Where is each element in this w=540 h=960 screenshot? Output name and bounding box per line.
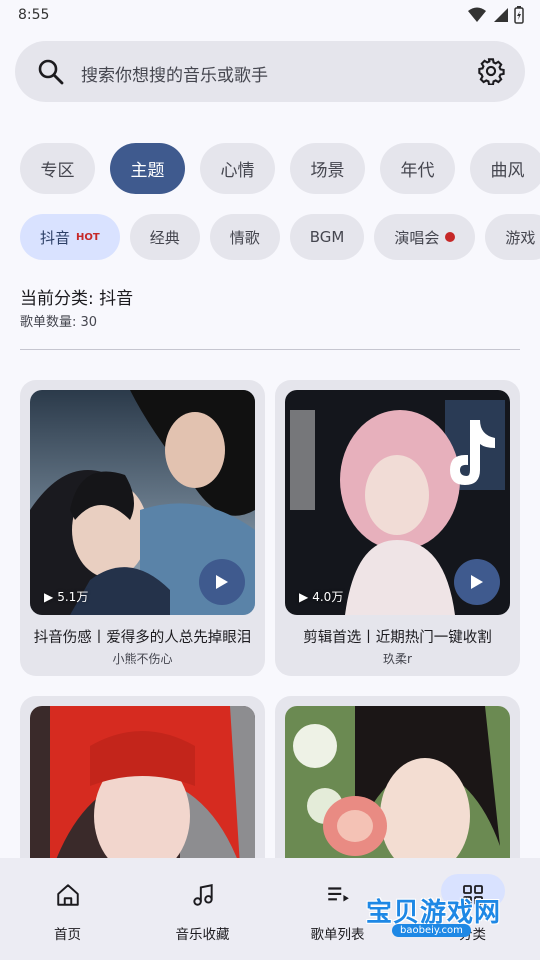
subtab-label: 游戏 bbox=[505, 228, 536, 247]
play-small-icon: ▶ bbox=[44, 589, 54, 604]
play-icon bbox=[471, 575, 483, 589]
status-time: 8:55 bbox=[18, 7, 50, 23]
subtab-concert[interactable]: 演唱会 bbox=[374, 214, 476, 260]
nav-label: 歌单列表 bbox=[310, 927, 365, 943]
tab-scene[interactable]: 场景 bbox=[290, 143, 365, 194]
playlist-title: 剪辑首选丨近期热门一键收割 bbox=[303, 630, 492, 646]
divider bbox=[20, 349, 520, 350]
play-button[interactable] bbox=[454, 559, 500, 605]
tab-era[interactable]: 年代 bbox=[380, 143, 455, 194]
category-icon bbox=[461, 881, 485, 909]
nav-label: 音乐收藏 bbox=[175, 927, 230, 943]
subcategory-tabs: 抖音 HOT 经典 情歌 BGM 演唱会 游戏 bbox=[20, 214, 540, 260]
subtab-bgm[interactable]: BGM bbox=[289, 214, 365, 260]
tab-mood[interactable]: 心情 bbox=[200, 143, 275, 194]
search-input[interactable]: 搜索你想搜的音乐或歌手 bbox=[81, 61, 268, 86]
subtab-label: 抖音 bbox=[40, 228, 71, 247]
subtab-label: 演唱会 bbox=[394, 228, 440, 247]
nav-home[interactable]: 首页 bbox=[0, 858, 135, 960]
tab-theme[interactable]: 主题 bbox=[110, 143, 185, 194]
nav-label: 分类 bbox=[459, 927, 486, 943]
subtab-classic[interactable]: 经典 bbox=[129, 214, 200, 260]
nav-playlists[interactable]: 歌单列表 bbox=[270, 858, 405, 960]
bottom-nav: 首页 音乐收藏 歌单列表 分类 bbox=[0, 858, 540, 960]
subtab-love-songs[interactable]: 情歌 bbox=[209, 214, 280, 260]
search-icon bbox=[38, 59, 64, 85]
playlist-title: 抖音伤感丨爱得多的人总先掉眼泪 bbox=[33, 630, 252, 646]
tab-zone[interactable]: 专区 bbox=[20, 143, 95, 194]
wifi-icon bbox=[468, 7, 486, 22]
playlist-cover: ▶ 5.1万 bbox=[30, 390, 255, 615]
home-icon bbox=[55, 881, 81, 909]
subtab-douyin[interactable]: 抖音 HOT bbox=[20, 214, 120, 260]
playlist-icon bbox=[325, 881, 351, 909]
tab-genre[interactable]: 曲风 bbox=[470, 143, 540, 194]
hot-badge: HOT bbox=[76, 231, 100, 243]
nav-label: 首页 bbox=[54, 927, 81, 943]
play-count: ▶ 5.1万 bbox=[44, 588, 88, 605]
playlist-card[interactable]: ▶ 5.1万 抖音伤感丨爱得多的人总先掉眼泪 小熊不伤心 bbox=[20, 380, 265, 676]
playlist-author: 玖柔r bbox=[383, 652, 412, 666]
subtab-label: 情歌 bbox=[229, 228, 260, 247]
music-note-icon bbox=[190, 881, 216, 909]
nav-category[interactable]: 分类 bbox=[405, 858, 540, 960]
subtab-game[interactable]: 游戏 bbox=[485, 214, 540, 260]
notification-dot bbox=[445, 232, 456, 242]
current-category: 当前分类: 抖音 bbox=[20, 289, 134, 309]
subtab-label: 经典 bbox=[149, 228, 180, 247]
subtab-label: BGM bbox=[309, 228, 345, 246]
playlist-count: 歌单数量: 30 bbox=[20, 315, 98, 330]
playlist-card[interactable]: ▶ 4.0万 剪辑首选丨近期热门一键收割 玖柔r bbox=[275, 380, 520, 676]
playlist-cover: ▶ 4.0万 bbox=[285, 390, 510, 615]
playlist-author: 小熊不伤心 bbox=[112, 652, 173, 666]
gear-icon[interactable] bbox=[477, 57, 505, 85]
play-small-icon: ▶ bbox=[299, 589, 309, 604]
play-button[interactable] bbox=[199, 559, 245, 605]
nav-favorites[interactable]: 音乐收藏 bbox=[135, 858, 270, 960]
category-tabs: 专区 主题 心情 场景 年代 曲风 bbox=[20, 143, 540, 194]
play-icon bbox=[216, 575, 228, 589]
play-count-value: 5.1万 bbox=[57, 590, 89, 604]
play-count: ▶ 4.0万 bbox=[299, 588, 343, 605]
search-bar[interactable]: 搜索你想搜的音乐或歌手 bbox=[15, 41, 525, 102]
play-count-value: 4.0万 bbox=[312, 590, 344, 604]
status-bar: 8:55 bbox=[0, 0, 540, 32]
battery-icon bbox=[514, 6, 524, 24]
status-icons bbox=[468, 6, 524, 24]
signal-icon bbox=[494, 8, 508, 22]
